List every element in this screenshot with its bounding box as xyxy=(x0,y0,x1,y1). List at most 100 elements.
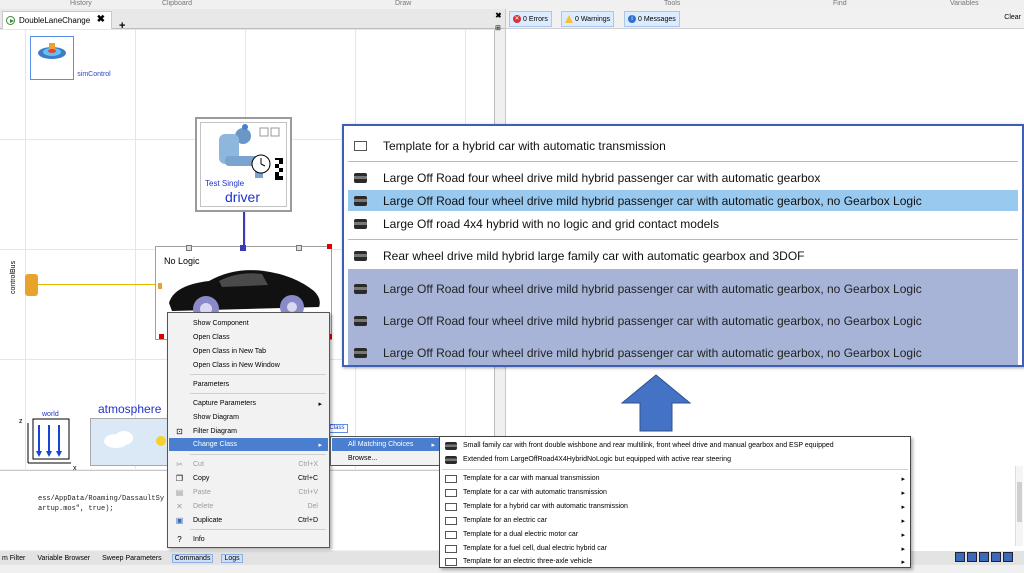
tab-logs[interactable]: Logs xyxy=(221,553,243,563)
choice-item[interactable]: Small family car with front double wishb… xyxy=(441,439,911,452)
zoom-choice-row[interactable]: Large Off Road four wheel drive mild hyb… xyxy=(348,278,1018,299)
menu-cut[interactable]: ✂ Cut Ctrl+X xyxy=(169,458,328,471)
layout-icon[interactable] xyxy=(955,552,965,562)
zoom-choice-row[interactable]: Rear wheel drive mild hybrid large famil… xyxy=(348,245,1018,266)
tab-doublelanechange[interactable]: DoubleLaneChange ✖ xyxy=(2,11,112,29)
menu-delete[interactable]: ✕ Delete Del xyxy=(169,500,328,513)
app-window: History Clipboard Draw Tools Find Variab… xyxy=(0,0,1024,573)
class-icon xyxy=(445,544,457,553)
world-component[interactable]: world z x xyxy=(19,411,77,472)
choice-item[interactable]: Template for a car with manual transmiss… xyxy=(441,472,911,485)
menu-paste[interactable]: ▤ Paste Ctrl+V xyxy=(169,486,328,499)
context-menu: Show Component Open Class Open Class in … xyxy=(167,312,330,548)
chevron-right-icon: ▸ xyxy=(901,489,905,497)
car-icon xyxy=(445,455,457,464)
world-label: world xyxy=(42,411,59,418)
ribbon-tools-label: Tools xyxy=(664,0,681,7)
menu-show-component[interactable]: Show Component xyxy=(169,317,328,330)
driver-test-label: Test Single xyxy=(205,179,245,188)
tab-model-filter[interactable]: m Filter xyxy=(0,555,27,562)
variables-icon[interactable] xyxy=(991,552,1001,562)
messages-filter-button[interactable]: i 0 Messages xyxy=(624,11,680,27)
ribbon-clipboard-label: Clipboard xyxy=(162,0,192,7)
zoomed-choices-callout: Template for a hybrid car with automatic… xyxy=(342,124,1024,367)
chevron-right-icon: ▸ xyxy=(901,545,905,553)
simcontrol-label: simControl xyxy=(77,71,111,78)
chevron-right-icon: ▸ xyxy=(318,441,322,449)
simcontrol-component[interactable]: simControl xyxy=(30,36,111,80)
menu-copy[interactable]: ❐ Copy Ctrl+C xyxy=(169,472,328,485)
status-icons xyxy=(955,552,1021,563)
delete-icon: ✕ xyxy=(176,502,183,511)
menu-capture-parameters[interactable]: Capture Parameters ▸ xyxy=(169,397,328,410)
zoom-choice-row[interactable]: Template for a hybrid car with automatic… xyxy=(348,135,1018,156)
menu-duplicate[interactable]: ▣ Duplicate Ctrl+D xyxy=(169,514,328,527)
control-bus-port[interactable] xyxy=(25,274,38,296)
choice-item[interactable]: Template for a car with automatic transm… xyxy=(441,486,911,499)
menu-filter-diagram[interactable]: ⊡ Filter Diagram xyxy=(169,425,328,438)
tab-commands[interactable]: Commands xyxy=(171,553,214,563)
chevron-right-icon: ▸ xyxy=(901,517,905,525)
class-icon xyxy=(445,502,457,511)
simulate-icon xyxy=(6,16,15,25)
copy-icon: ❐ xyxy=(175,474,184,483)
console-line: ess/AppData/Roaming/DassaultSy xyxy=(38,495,165,503)
pane-float-icon[interactable]: ⊞ xyxy=(495,24,501,32)
chevron-right-icon: ▸ xyxy=(901,531,905,539)
zoom-choice-row[interactable]: Large Off Road four wheel drive mild hyb… xyxy=(348,167,1018,188)
choice-item[interactable]: Template for an electric car ▸ xyxy=(441,514,911,527)
choice-item[interactable]: Extended from LargeOffRoad4X4HybridNoLog… xyxy=(441,453,911,466)
help-icon: ? xyxy=(177,535,182,544)
chevron-right-icon: ▸ xyxy=(901,558,905,566)
tab-sweep-parameters[interactable]: Sweep Parameters xyxy=(100,555,164,562)
grid-icon[interactable] xyxy=(967,552,977,562)
menu-show-diagram[interactable]: Show Diagram xyxy=(169,411,328,424)
warnings-filter-button[interactable]: 0 Warnings xyxy=(561,11,615,27)
close-icon[interactable]: ✖ xyxy=(97,14,105,25)
menu-all-matching-choices[interactable]: All Matching Choices ▸ xyxy=(332,438,441,451)
car-icon xyxy=(354,218,367,229)
menu-info[interactable]: ? Info xyxy=(169,533,328,546)
class-icon xyxy=(445,557,457,566)
ribbon-draw-label: Draw xyxy=(395,0,412,7)
pane-close-icon[interactable]: ✖ xyxy=(495,11,502,20)
ribbon-variables-label: Variables xyxy=(950,0,979,7)
menu-open-class-new-window[interactable]: Open Class in New Window xyxy=(169,359,328,372)
arrow-up-icon xyxy=(620,374,692,432)
paste-icon: ▤ xyxy=(175,488,184,497)
car-icon xyxy=(354,347,367,358)
error-icon: ✕ xyxy=(513,15,521,23)
tab-variable-browser[interactable]: Variable Browser xyxy=(35,555,92,562)
zoom-choice-row-selected[interactable]: Large Off Road four wheel drive mild hyb… xyxy=(348,190,1018,211)
info-icon: i xyxy=(628,15,636,23)
clear-button[interactable]: Clear xyxy=(1004,14,1021,21)
menu-parameters[interactable]: Parameters xyxy=(169,378,328,391)
menu-change-class[interactable]: Change Class ▸ xyxy=(169,438,328,451)
chevron-right-icon: ▸ xyxy=(318,400,322,408)
scrollbar[interactable] xyxy=(1015,466,1023,546)
menu-open-class-new-tab[interactable]: Open Class in New Tab xyxy=(169,345,328,358)
car-icon xyxy=(354,172,367,183)
class-icon xyxy=(445,516,457,525)
menu-open-class[interactable]: Open Class xyxy=(169,331,328,344)
zoom-choice-row[interactable]: Large Off road 4x4 hybrid with no logic … xyxy=(348,213,1018,234)
menu-browse[interactable]: Browse... xyxy=(332,452,441,465)
zoom-choice-row[interactable]: Large Off Road four wheel drive mild hyb… xyxy=(348,342,1018,363)
duplicate-icon: ▣ xyxy=(175,516,184,525)
car-icon xyxy=(354,195,367,206)
text-icon[interactable] xyxy=(1003,552,1013,562)
driver-name-label: driver xyxy=(225,189,261,205)
choice-item[interactable]: Template for a hybrid car with automatic… xyxy=(441,500,911,513)
choice-item[interactable]: Template for a dual electric motor car ▸ xyxy=(441,528,911,541)
atmosphere-component[interactable] xyxy=(90,418,170,466)
zoom-choice-row[interactable]: Large Off Road four wheel drive mild hyb… xyxy=(348,310,1018,331)
choice-item[interactable]: Template for an electric three-axle vehi… xyxy=(441,555,911,568)
errors-filter-button[interactable]: ✕ 0 Errors xyxy=(509,11,552,27)
class-icon xyxy=(354,140,367,151)
driver-component[interactable]: Test Single driver xyxy=(195,117,292,212)
choice-item[interactable]: Template for a fuel cell, dual electric … xyxy=(441,542,911,555)
car-icon xyxy=(354,283,367,294)
driver-connection-line xyxy=(243,212,245,248)
atmosphere-label: atmosphere xyxy=(98,402,162,416)
info-icon[interactable] xyxy=(979,552,989,562)
